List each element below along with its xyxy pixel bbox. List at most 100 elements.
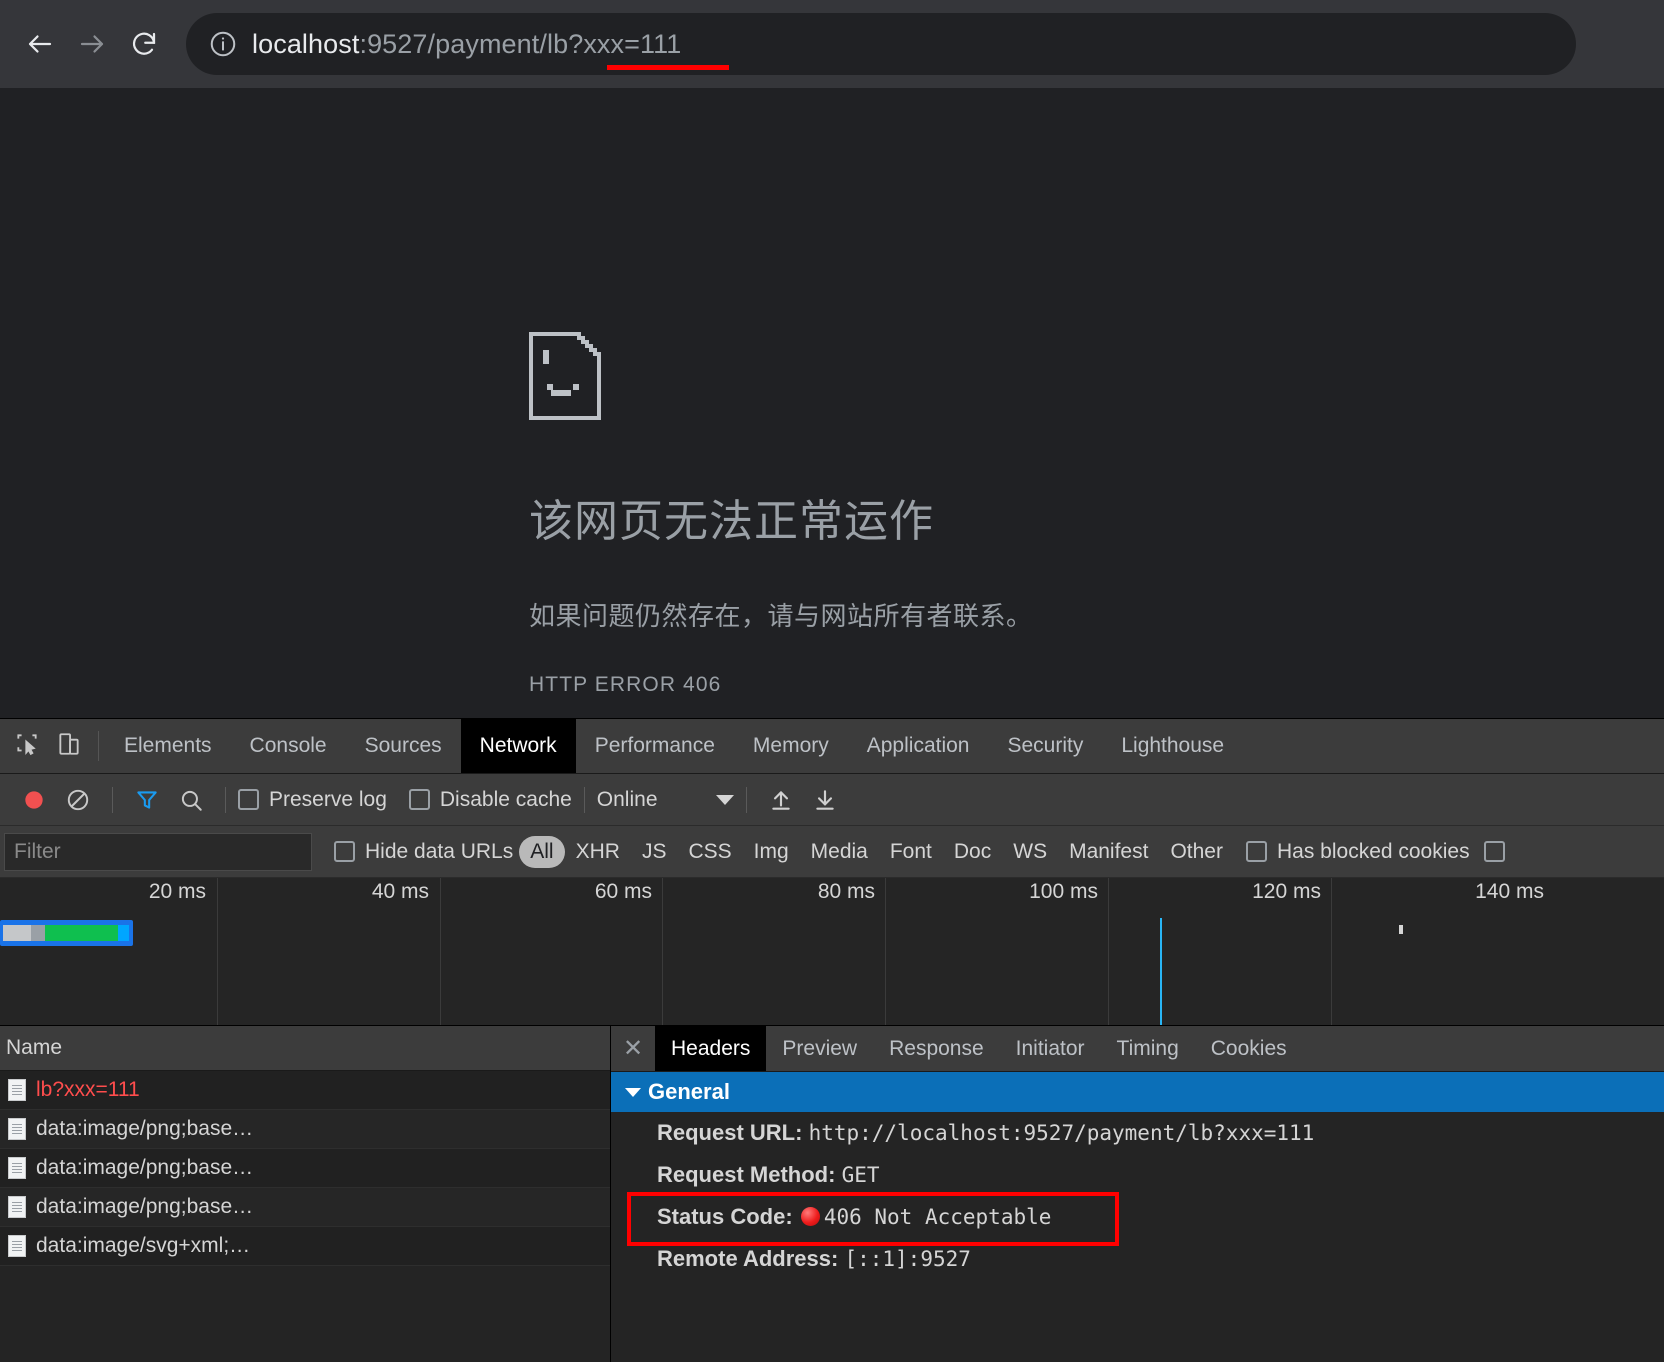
tab-timing[interactable]: Timing bbox=[1101, 1026, 1195, 1071]
general-section-header[interactable]: General bbox=[611, 1072, 1664, 1112]
tab-security[interactable]: Security bbox=[988, 719, 1102, 773]
tab-memory[interactable]: Memory bbox=[734, 719, 848, 773]
inspect-element-icon[interactable] bbox=[14, 731, 40, 762]
tab-response[interactable]: Response bbox=[873, 1026, 1000, 1071]
preserve-log-checkbox[interactable]: Preserve log bbox=[238, 788, 387, 812]
request-method-key: Request Method: bbox=[657, 1162, 836, 1187]
filter-chip-css[interactable]: CSS bbox=[677, 836, 742, 868]
headers-body: General Request URL: http://localhost:95… bbox=[611, 1072, 1664, 1362]
export-har-icon[interactable] bbox=[803, 787, 847, 813]
request-name: lb?xxx=111 bbox=[36, 1078, 140, 1101]
chevron-down-icon[interactable] bbox=[715, 794, 734, 805]
tab-cookies[interactable]: Cookies bbox=[1195, 1026, 1303, 1071]
clear-no-entry-icon[interactable] bbox=[56, 787, 100, 813]
devtools-panel: Elements Console Sources Network Perform… bbox=[0, 718, 1664, 1362]
record-stop-icon[interactable] bbox=[12, 787, 56, 813]
checkbox-box[interactable] bbox=[1245, 841, 1267, 862]
table-row[interactable]: data:image/svg+xml;… bbox=[0, 1227, 610, 1266]
filter-funnel-icon[interactable] bbox=[125, 787, 169, 813]
filter-chip-font[interactable]: Font bbox=[879, 836, 943, 868]
tab-elements[interactable]: Elements bbox=[105, 719, 231, 773]
filter-chip-all[interactable]: All bbox=[519, 835, 565, 868]
toolbar-divider bbox=[583, 786, 585, 813]
image-file-icon bbox=[8, 1157, 26, 1179]
table-row[interactable]: data:image/png;base… bbox=[0, 1110, 610, 1149]
toolbar-divider bbox=[98, 731, 99, 761]
blocked-requests-checkbox[interactable] bbox=[1483, 841, 1505, 862]
overview-segment-stalled bbox=[31, 925, 45, 941]
table-row[interactable]: lb?xxx=111 bbox=[0, 1071, 610, 1110]
triangle-down-icon[interactable] bbox=[625, 1087, 641, 1097]
filter-input[interactable] bbox=[4, 832, 312, 871]
devtools-tool-icons bbox=[0, 719, 92, 773]
address-bar[interactable]: localhost:9527/payment/lb?xxx=111 bbox=[186, 13, 1576, 75]
disable-cache-checkbox[interactable]: Disable cache bbox=[408, 788, 572, 812]
tab-network[interactable]: Network bbox=[460, 719, 576, 773]
overview-tick-40ms: 40 ms bbox=[371, 880, 429, 903]
image-file-icon bbox=[8, 1196, 26, 1218]
network-overview-timeline[interactable]: 20 ms 40 ms 60 ms 80 ms 100 ms 120 ms 14… bbox=[0, 878, 1664, 1026]
overview-tick-80ms: 80 ms bbox=[817, 880, 875, 903]
error-title: 该网页无法正常运作 bbox=[529, 497, 934, 546]
filter-chip-js[interactable]: JS bbox=[631, 836, 678, 868]
table-row[interactable]: data:image/png;base… bbox=[0, 1149, 610, 1188]
network-toolbar: Preserve log Disable cache Online bbox=[0, 774, 1664, 826]
search-magnifier-icon[interactable] bbox=[169, 787, 213, 813]
table-row[interactable]: data:image/png;base… bbox=[0, 1188, 610, 1227]
back-button[interactable] bbox=[14, 18, 66, 70]
tab-console[interactable]: Console bbox=[231, 719, 346, 773]
filter-chip-other[interactable]: Other bbox=[1159, 836, 1234, 868]
remote-address-row: Remote Address: [::1]:9527 bbox=[611, 1238, 1664, 1280]
status-code-row: Status Code: 406 Not Acceptable bbox=[611, 1192, 1664, 1246]
request-list-header[interactable]: Name bbox=[0, 1026, 610, 1071]
has-blocked-cookies-checkbox[interactable]: Has blocked cookies bbox=[1245, 839, 1470, 864]
resource-type-filters: All XHR JS CSS Img Media Font Doc WS Man… bbox=[519, 835, 1234, 868]
request-name: data:image/png;base… bbox=[36, 1156, 254, 1179]
request-list: Name lb?xxx=111 data:image/png;base… dat… bbox=[0, 1026, 611, 1362]
hide-data-urls-label: Hide data URLs bbox=[365, 839, 514, 863]
tab-lighthouse[interactable]: Lighthouse bbox=[1102, 719, 1243, 773]
sad-page-icon bbox=[529, 332, 1664, 425]
filter-chip-xhr[interactable]: XHR bbox=[565, 836, 631, 868]
image-file-icon bbox=[8, 1118, 26, 1140]
request-details-pane: ✕ Headers Preview Response Initiator Tim… bbox=[611, 1026, 1664, 1362]
filter-chip-media[interactable]: Media bbox=[800, 836, 879, 868]
forward-button[interactable] bbox=[66, 18, 118, 70]
request-url-value: http://localhost:9527/payment/lb?xxx=111 bbox=[808, 1121, 1315, 1145]
filter-chip-doc[interactable]: Doc bbox=[943, 836, 1002, 868]
address-host: localhost bbox=[252, 28, 360, 59]
reload-icon bbox=[129, 29, 159, 59]
tab-application[interactable]: Application bbox=[848, 719, 989, 773]
checkbox-box[interactable] bbox=[334, 841, 355, 862]
tab-initiator[interactable]: Initiator bbox=[1000, 1026, 1101, 1071]
tab-performance[interactable]: Performance bbox=[576, 719, 734, 773]
device-toolbar-icon[interactable] bbox=[56, 731, 82, 762]
close-icon[interactable]: ✕ bbox=[611, 1026, 655, 1071]
details-tab-bar: ✕ Headers Preview Response Initiator Tim… bbox=[611, 1026, 1664, 1072]
filter-chip-img[interactable]: Img bbox=[743, 836, 800, 868]
image-file-icon bbox=[8, 1235, 26, 1257]
overview-tick-120ms: 120 ms bbox=[1252, 880, 1321, 903]
filter-chip-manifest[interactable]: Manifest bbox=[1058, 836, 1159, 868]
remote-address-value: [::1]:9527 bbox=[844, 1247, 971, 1271]
network-filter-bar: Hide data URLs All XHR JS CSS Img Media … bbox=[0, 826, 1664, 878]
address-path: :9527/payment/lb?xxx=111 bbox=[359, 28, 682, 59]
import-har-icon[interactable] bbox=[759, 787, 803, 813]
request-url-row: Request URL: http://localhost:9527/payme… bbox=[611, 1112, 1664, 1154]
filter-chip-ws[interactable]: WS bbox=[1002, 836, 1058, 868]
throttling-value: Online bbox=[596, 787, 658, 811]
has-blocked-cookies-label: Has blocked cookies bbox=[1276, 839, 1470, 863]
checkbox-box[interactable] bbox=[238, 789, 259, 810]
throttling-select[interactable]: Online bbox=[597, 788, 734, 812]
hide-data-urls-checkbox[interactable]: Hide data URLs bbox=[334, 840, 513, 864]
dom-content-loaded-marker bbox=[1160, 918, 1162, 1025]
request-name: data:image/svg+xml;… bbox=[36, 1234, 251, 1257]
reload-button[interactable] bbox=[118, 18, 170, 70]
tab-preview[interactable]: Preview bbox=[766, 1026, 873, 1071]
checkbox-box[interactable] bbox=[408, 789, 430, 810]
tab-headers[interactable]: Headers bbox=[655, 1026, 767, 1071]
overview-event-marker bbox=[1399, 925, 1403, 934]
tab-sources[interactable]: Sources bbox=[346, 719, 461, 773]
toolbar-divider bbox=[745, 786, 747, 813]
info-circle-icon[interactable] bbox=[208, 29, 238, 59]
